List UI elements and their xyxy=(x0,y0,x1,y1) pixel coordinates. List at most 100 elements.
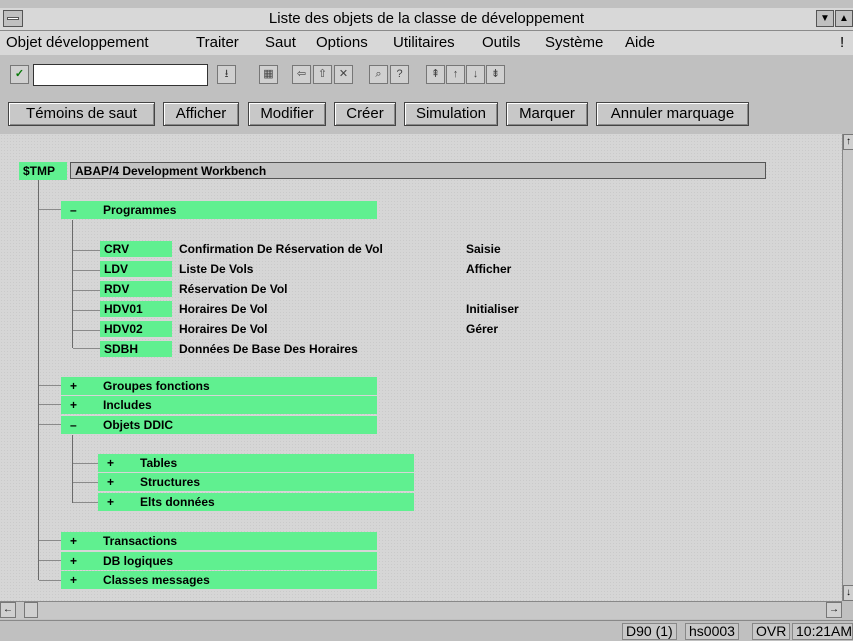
programmes-toggle[interactable]: – xyxy=(70,202,77,218)
tree-branch xyxy=(39,385,61,386)
program-name[interactable]: Réservation De Vol xyxy=(179,281,287,297)
standard-toolbar: ✓ ⭳ ▦ ⇦ ⇧ ✕ ⌕ ? ⇞ ↑ ↓ ⇟ xyxy=(0,56,853,92)
afficher-button[interactable]: Afficher xyxy=(163,102,239,126)
tree-branch xyxy=(39,560,61,561)
root-label[interactable]: ABAP/4 Development Workbench xyxy=(75,163,266,179)
exit-icon[interactable]: ⇧ xyxy=(313,65,332,84)
command-field[interactable] xyxy=(33,64,208,86)
tree-branch xyxy=(39,424,61,425)
program-name[interactable]: Confirmation De Réservation de Vol xyxy=(179,241,383,257)
program-code[interactable]: HDV01 xyxy=(104,301,143,317)
tree-branch xyxy=(73,310,100,311)
programmes-label[interactable]: Programmes xyxy=(103,202,176,218)
scroll-down-icon[interactable]: ↓ xyxy=(843,585,853,601)
menu-saut[interactable]: Saut xyxy=(265,31,296,55)
tree-branch xyxy=(39,540,61,541)
prev-page-icon[interactable]: ↑ xyxy=(446,65,465,84)
menu-aide[interactable]: Aide xyxy=(625,31,655,55)
tree-branch xyxy=(73,250,100,251)
tree-panel: $TMP ABAP/4 Development Workbench – Prog… xyxy=(0,134,842,601)
program-code[interactable]: CRV xyxy=(104,241,129,257)
marquer-button[interactable]: Marquer xyxy=(506,102,588,126)
simulation-button[interactable]: Simulation xyxy=(404,102,498,126)
status-mode[interactable]: OVR xyxy=(752,623,791,640)
includes-toggle[interactable]: + xyxy=(70,397,77,413)
find-next-icon[interactable]: ? xyxy=(390,65,409,84)
tree-branch xyxy=(73,348,100,349)
menu-bar: Objet développement Traiter Saut Options… xyxy=(0,31,853,55)
root-code[interactable]: $TMP xyxy=(23,163,55,179)
tree-branch xyxy=(73,270,100,271)
scroll-left-icon[interactable]: ← xyxy=(0,602,16,618)
program-code[interactable]: RDV xyxy=(104,281,129,297)
objets-ddic-toggle[interactable]: – xyxy=(70,417,77,433)
classes-messages-toggle[interactable]: + xyxy=(70,572,77,588)
last-page-icon[interactable]: ⇟ xyxy=(486,65,505,84)
annuler-marquage-button[interactable]: Annuler marquage xyxy=(596,102,749,126)
temoins-de-saut-button[interactable]: Témoins de saut xyxy=(8,102,155,126)
tree-line xyxy=(72,220,73,348)
next-page-icon[interactable]: ↓ xyxy=(466,65,485,84)
first-page-icon[interactable]: ⇞ xyxy=(426,65,445,84)
tables-toggle[interactable]: + xyxy=(107,455,114,471)
program-name[interactable]: Liste De Vols xyxy=(179,261,253,277)
creer-button[interactable]: Créer xyxy=(334,102,396,126)
maximize-button[interactable]: ▲ xyxy=(835,10,853,27)
menu-traiter[interactable]: Traiter xyxy=(196,31,239,55)
tree-branch xyxy=(39,209,61,210)
tree-branch xyxy=(73,463,98,464)
db-logiques-toggle[interactable]: + xyxy=(70,553,77,569)
program-action[interactable]: Gérer xyxy=(466,321,498,337)
program-name[interactable]: Données De Base Des Horaires xyxy=(179,341,358,357)
window-title: Liste des objets de la classe de dévelop… xyxy=(268,10,585,27)
tables-label[interactable]: Tables xyxy=(140,455,177,471)
program-action[interactable]: Saisie xyxy=(466,241,501,257)
horizontal-scrollbar[interactable]: ← → xyxy=(0,601,842,619)
classes-messages-label[interactable]: Classes messages xyxy=(103,572,210,588)
minimize-button[interactable]: ▼ xyxy=(816,10,834,27)
scroll-up-icon[interactable]: ↑ xyxy=(843,134,853,150)
vertical-scrollbar[interactable]: ↑ ↓ xyxy=(842,134,853,601)
transactions-label[interactable]: Transactions xyxy=(103,533,177,549)
program-action[interactable]: Initialiser xyxy=(466,301,519,317)
structures-toggle[interactable]: + xyxy=(107,474,114,490)
objets-ddic-label[interactable]: Objets DDIC xyxy=(103,417,173,433)
program-code[interactable]: LDV xyxy=(104,261,128,277)
groupes-fonctions-label[interactable]: Groupes fonctions xyxy=(103,378,210,394)
check-icon[interactable]: ✓ xyxy=(10,65,29,84)
tree-line xyxy=(72,435,73,503)
status-time: 10:21AM xyxy=(792,623,853,640)
program-name[interactable]: Horaires De Vol xyxy=(179,301,267,317)
tree-branch xyxy=(73,502,98,503)
cancel-icon[interactable]: ✕ xyxy=(334,65,353,84)
transactions-toggle[interactable]: + xyxy=(70,533,77,549)
includes-label[interactable]: Includes xyxy=(103,397,152,413)
menu-outils[interactable]: Outils xyxy=(482,31,520,55)
program-name[interactable]: Horaires De Vol xyxy=(179,321,267,337)
menu-systeme[interactable]: Système xyxy=(545,31,603,55)
structures-label[interactable]: Structures xyxy=(140,474,200,490)
menu-objet-developpement[interactable]: Objet développement xyxy=(6,31,149,55)
modifier-button[interactable]: Modifier xyxy=(248,102,326,126)
scroll-right-icon[interactable]: → xyxy=(826,602,842,618)
menu-options[interactable]: Options xyxy=(316,31,368,55)
status-system: D90 (1) xyxy=(622,623,677,640)
db-logiques-label[interactable]: DB logiques xyxy=(103,553,173,569)
program-action[interactable]: Afficher xyxy=(466,261,511,277)
elts-donnees-toggle[interactable]: + xyxy=(107,494,114,510)
tree-line xyxy=(38,180,39,580)
program-code[interactable]: SDBH xyxy=(104,341,138,357)
program-code[interactable]: HDV02 xyxy=(104,321,143,337)
dropdown-icon[interactable]: ⭳ xyxy=(217,65,236,84)
status-bar: D90 (1) hs0003 OVR 10:21AM xyxy=(0,620,853,641)
find-icon[interactable]: ⌕ xyxy=(369,65,388,84)
groupes-fonctions-toggle[interactable]: + xyxy=(70,378,77,394)
status-host: hs0003 xyxy=(685,623,739,640)
save-icon[interactable]: ▦ xyxy=(259,65,278,84)
elts-donnees-label[interactable]: Elts données xyxy=(140,494,215,510)
menu-utilitaires[interactable]: Utilitaires xyxy=(393,31,455,55)
scroll-thumb[interactable] xyxy=(24,602,38,618)
back-icon[interactable]: ⇦ xyxy=(292,65,311,84)
tree-branch xyxy=(39,404,61,405)
help-marker: ! xyxy=(840,34,845,51)
